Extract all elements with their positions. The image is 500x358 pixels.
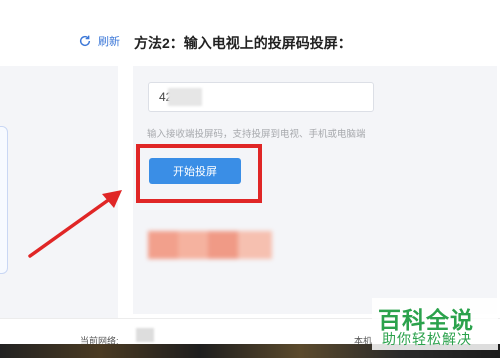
redacted-code xyxy=(168,88,202,106)
redacted-result xyxy=(148,231,272,259)
header: 刷新 方法2：输入电视上的投屏码投屏： xyxy=(0,0,500,66)
refresh-icon xyxy=(79,35,91,47)
watermark-subtitle: 助你轻松解决 xyxy=(382,331,472,347)
refresh-label: 刷新 xyxy=(98,36,120,48)
pointer-arrow xyxy=(28,190,122,258)
redacted-network xyxy=(136,328,154,342)
highlight-box xyxy=(136,144,262,203)
method-title: 方法2：输入电视上的投屏码投屏： xyxy=(134,35,352,51)
refresh-button[interactable]: 刷新 xyxy=(78,33,120,49)
cast-code-hint: 输入接收端投屏码，支持投屏到电视、手机或电脑端 xyxy=(147,129,366,140)
left-card[interactable] xyxy=(0,126,8,274)
